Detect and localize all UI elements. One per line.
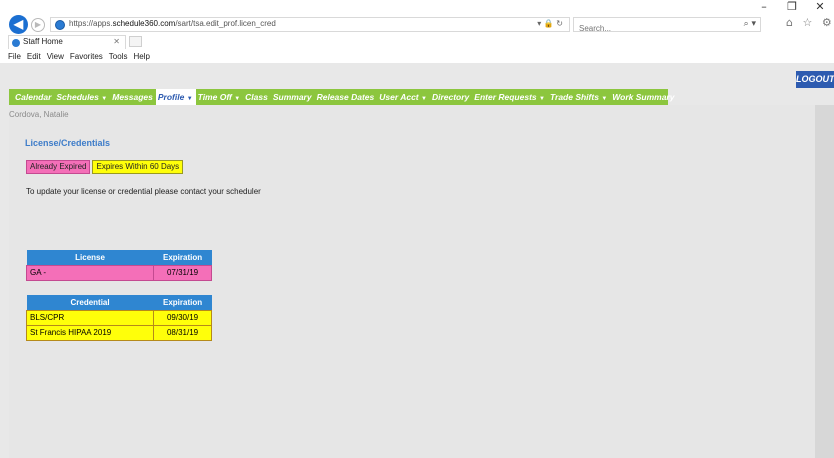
address-bar[interactable]: https://apps.schedule360.com/sart/tsa.ed… xyxy=(50,17,570,32)
license-name: GA - xyxy=(25,264,155,281)
legend-within-60-days: Expires Within 60 Days xyxy=(92,160,184,174)
home-favorites-settings-icon[interactable]: ⌂ ☆ ⚙ xyxy=(786,16,834,29)
url-text: https://apps.schedule360.com/sart/tsa.ed… xyxy=(69,19,276,28)
license-table: License Expiration GA - 07/31/19 xyxy=(25,250,212,281)
menu-bar: File Edit View Favorites Tools Help xyxy=(0,51,834,63)
nav-messages[interactable]: Messages xyxy=(110,89,156,105)
table-row: GA - 07/31/19 xyxy=(25,264,212,281)
nav-trade-shifts[interactable]: Trade Shifts ▼ xyxy=(548,89,610,105)
browser-search[interactable]: ⌕ ▾ xyxy=(573,17,761,35)
nav-calendar[interactable]: Calendar xyxy=(13,89,54,105)
tab-row: Staff Home ✕ xyxy=(0,34,834,49)
nav-class[interactable]: Class xyxy=(243,89,271,105)
minimize-button[interactable]: – xyxy=(750,0,778,14)
column-header: Expiration xyxy=(153,250,212,265)
credential-name: St Francis HIPAA 2019 xyxy=(25,324,155,341)
lock-refresh-icon[interactable]: ▾ 🔒 ↻ xyxy=(537,19,563,28)
content-panel: Cordova, Natalie License/Credentials Alr… xyxy=(9,105,815,458)
nav-user-acct[interactable]: User Acct ▼ xyxy=(377,89,430,105)
browser-chrome: – ❐ ✕ ◀ ▶ https://apps.schedule360.com/s… xyxy=(0,0,834,63)
back-arrow-icon[interactable]: ◀ xyxy=(9,15,28,34)
search-icon[interactable]: ⌕ ▾ xyxy=(744,19,756,29)
menu-file[interactable]: File xyxy=(0,51,24,63)
legend-expired: Already Expired xyxy=(26,160,91,174)
license-expiration: 07/31/19 xyxy=(153,264,212,281)
chevron-down-icon: ▼ xyxy=(601,96,608,102)
navigation-row: ◀ ▶ https://apps.schedule360.com/sart/ts… xyxy=(0,14,834,35)
restore-button[interactable]: ❐ xyxy=(778,0,806,14)
status-legend: Already Expired Expires Within 60 Days xyxy=(26,160,184,174)
nav-directory[interactable]: Directory xyxy=(430,89,472,105)
scrollbar[interactable] xyxy=(815,105,834,458)
table-header-row: Credential Expiration xyxy=(26,295,212,310)
tab-staff-home[interactable]: Staff Home ✕ xyxy=(8,35,126,49)
column-header: License xyxy=(26,250,154,265)
close-window-button[interactable]: ✕ xyxy=(806,0,834,14)
menu-view[interactable]: View xyxy=(44,51,67,63)
logout-button[interactable]: LOGOUT xyxy=(796,71,834,88)
tab-title: Staff Home xyxy=(23,37,63,46)
menu-favorites[interactable]: Favorites xyxy=(67,51,106,63)
column-header: Credential xyxy=(26,295,154,310)
chevron-down-icon: ▼ xyxy=(101,96,108,102)
credential-expiration: 08/31/19 xyxy=(153,324,212,341)
nav-work-summary[interactable]: Work Summary xyxy=(610,89,677,105)
chevron-down-icon: ▼ xyxy=(539,96,545,102)
new-tab-button[interactable] xyxy=(129,36,142,47)
app-area: LOGOUT Calendar Schedules ▼ Messages Pro… xyxy=(0,63,834,458)
window-controls: – ❐ ✕ xyxy=(750,0,834,14)
menu-edit[interactable]: Edit xyxy=(24,51,44,63)
nav-profile[interactable]: Profile ▼ xyxy=(155,89,196,105)
main-nav: Calendar Schedules ▼ Messages Profile ▼ … xyxy=(9,89,674,105)
tab-close-icon[interactable]: ✕ xyxy=(113,37,120,46)
table-row: St Francis HIPAA 2019 08/31/19 xyxy=(25,324,212,341)
info-text: To update your license or credential ple… xyxy=(26,187,261,196)
page-title: License/Credentials xyxy=(25,138,111,148)
nav-summary[interactable]: Summary xyxy=(271,89,315,105)
nav-enter-requests[interactable]: Enter Requests ▼ xyxy=(472,89,548,105)
forward-arrow-icon[interactable]: ▶ xyxy=(31,18,45,32)
column-header: Expiration xyxy=(153,295,212,310)
nav-time-off[interactable]: Time Off ▼ xyxy=(196,89,244,105)
credential-expiration: 09/30/19 xyxy=(153,309,212,326)
chevron-down-icon: ▼ xyxy=(234,96,241,102)
menu-tools[interactable]: Tools xyxy=(106,51,131,63)
nav-schedules[interactable]: Schedules ▼ xyxy=(54,89,110,105)
credential-name: BLS/CPR xyxy=(25,309,155,326)
table-header-row: License Expiration xyxy=(26,250,212,265)
nav-release-dates[interactable]: Release Dates xyxy=(315,89,378,105)
tab-favicon-icon xyxy=(12,39,20,47)
chevron-down-icon: ▼ xyxy=(186,96,193,102)
menu-help[interactable]: Help xyxy=(130,51,152,63)
user-name: Cordova, Natalie xyxy=(9,110,69,119)
credential-table: Credential Expiration BLS/CPR 09/30/19 S… xyxy=(25,295,212,341)
chevron-down-icon: ▼ xyxy=(421,96,427,102)
table-row: BLS/CPR 09/30/19 xyxy=(25,309,212,326)
site-favicon-icon xyxy=(55,20,65,30)
